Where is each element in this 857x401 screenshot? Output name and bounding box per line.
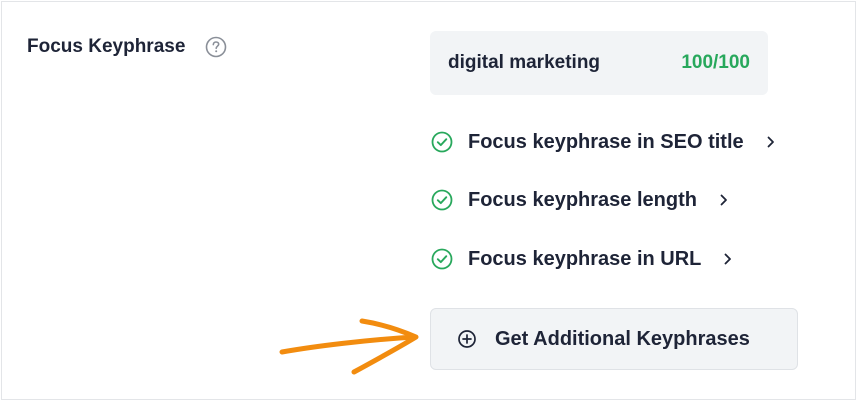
check-circle-icon bbox=[430, 130, 454, 154]
check-item-seo-title[interactable]: Focus keyphrase in SEO title bbox=[430, 130, 778, 154]
chevron-right-icon bbox=[721, 252, 735, 266]
check-label: Focus keyphrase in SEO title bbox=[468, 130, 744, 153]
focus-keyphrase-label-row: Focus Keyphrase bbox=[27, 36, 227, 58]
check-item-url[interactable]: Focus keyphrase in URL bbox=[430, 247, 735, 271]
focus-keyphrase-panel: Focus Keyphrase digital marketing 100/10… bbox=[1, 1, 856, 400]
chevron-right-icon bbox=[764, 135, 778, 149]
get-additional-keyphrases-button[interactable]: Get Additional Keyphrases bbox=[430, 308, 798, 370]
check-circle-icon bbox=[430, 247, 454, 271]
add-button-label: Get Additional Keyphrases bbox=[495, 327, 750, 350]
chevron-right-icon bbox=[717, 193, 731, 207]
check-circle-icon bbox=[430, 188, 454, 212]
help-icon[interactable] bbox=[205, 36, 227, 58]
keyphrase-value: digital marketing bbox=[448, 52, 601, 73]
check-label: Focus keyphrase length bbox=[468, 188, 697, 211]
plus-circle-icon bbox=[457, 329, 477, 349]
keyphrase-display[interactable]: digital marketing 100/100 bbox=[430, 31, 768, 95]
keyphrase-score: 100/100 bbox=[681, 52, 750, 73]
focus-keyphrase-label: Focus Keyphrase bbox=[27, 36, 186, 57]
check-item-length[interactable]: Focus keyphrase length bbox=[430, 188, 731, 212]
check-label: Focus keyphrase in URL bbox=[468, 247, 702, 270]
hand-drawn-arrow-icon bbox=[279, 318, 419, 375]
